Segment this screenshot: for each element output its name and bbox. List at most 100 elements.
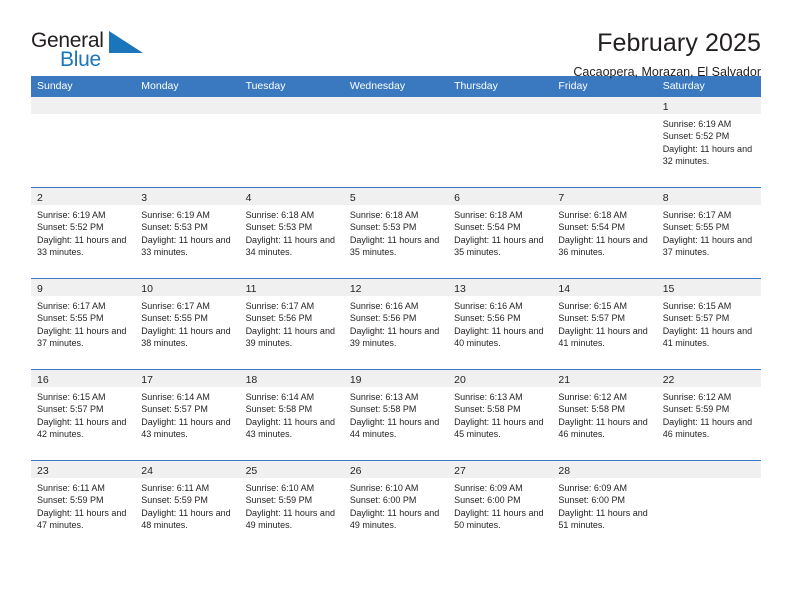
day-cell-empty: [343, 97, 449, 187]
sunrise-text: Sunrise: 6:18 AM: [454, 210, 523, 220]
day-cell[interactable]: 23 Sunrise: 6:11 AM Sunset: 5:59 PM Dayligh…: [31, 461, 136, 551]
day-cell[interactable]: 5 Sunrise: 6:18 AM Sunset: 5:53 PM Daylight…: [343, 188, 449, 278]
day-number-band: 17: [135, 370, 240, 387]
calendar-week-row: 9 Sunrise: 6:17 AM Sunset: 5:55 PM Daylight…: [31, 278, 761, 369]
day-number-band: 14: [552, 279, 657, 296]
sunset-text: Sunset: 6:00 PM: [454, 495, 521, 506]
day-cell[interactable]: 11 Sunrise: 6:17 AM Sunset: 5:56 PM Dayligh…: [239, 279, 344, 369]
day-cell-empty: [448, 97, 553, 187]
day-cell[interactable]: 27 Sunrise: 6:09 AM Sunset: 6:00 PM Dayligh…: [448, 461, 553, 551]
sunrise-text: Sunrise: 6:12 AM: [662, 392, 732, 402]
day-cell[interactable]: 1 Sunrise: 6:19 AM Sunset: 5:52 PM Daylight…: [656, 97, 761, 187]
calendar-grid: Sunday Monday Tuesday Wednesday Thursday Frid…: [31, 76, 761, 551]
day-cell[interactable]: 2 Sunrise: 6:19 AM Sunset: 5:52 PM Daylight…: [31, 188, 136, 278]
daylight-text: Daylight: 11 hours and 42 minutes.: [37, 416, 127, 440]
daylight-text: Daylight: 11 hours and 35 minutes.: [349, 234, 440, 258]
day-number: 9: [37, 283, 43, 295]
day-cell[interactable]: 20 Sunrise: 6:13 AM Sunset: 5:58 PM Dayligh…: [448, 370, 553, 460]
calendar-page: General Blue February 2025 Cacaopera, Mo…: [0, 0, 792, 612]
day-cell[interactable]: 12 Sunrise: 6:16 AM Sunset: 5:56 PM Dayligh…: [343, 279, 449, 369]
day-cell[interactable]: 17 Sunrise: 6:14 AM Sunset: 5:57 PM Dayligh…: [135, 370, 240, 460]
day-number-band: 11: [239, 279, 344, 296]
day-cell[interactable]: 3 Sunrise: 6:19 AM Sunset: 5:53 PM Daylight…: [135, 188, 240, 278]
daylight-text: Daylight: 11 hours and 46 minutes.: [558, 416, 648, 440]
day-cell[interactable]: 16 Sunrise: 6:15 AM Sunset: 5:57 PM Dayligh…: [31, 370, 136, 460]
day-number-band: 26: [343, 461, 449, 478]
calendar-week-row: 16 Sunrise: 6:15 AM Sunset: 5:57 PM Dayligh…: [31, 369, 761, 460]
day-cell[interactable]: 25 Sunrise: 6:10 AM Sunset: 5:59 PM Dayligh…: [239, 461, 344, 551]
triangle-icon: [109, 31, 143, 58]
day-cell[interactable]: 4 Sunrise: 6:18 AM Sunset: 5:53 PM Daylight…: [239, 188, 344, 278]
daylight-text: Daylight: 11 hours and 49 minutes.: [245, 507, 335, 531]
sunrise-text: Sunrise: 6:18 AM: [349, 210, 419, 220]
day-number-band: 15: [656, 279, 761, 296]
sunset-text: Sunset: 5:58 PM: [245, 404, 313, 415]
day-cell[interactable]: 9 Sunrise: 6:17 AM Sunset: 5:55 PM Daylight…: [31, 279, 136, 369]
weekday-header-wednesday: Wednesday: [349, 80, 406, 92]
day-number: 4: [245, 192, 252, 204]
sunset-text: Sunset: 5:57 PM: [662, 313, 730, 324]
day-cell[interactable]: 21 Sunrise: 6:12 AM Sunset: 5:58 PM Dayligh…: [552, 370, 657, 460]
weekday-header-sunday: Sunday: [37, 80, 73, 92]
day-cell[interactable]: 8 Sunrise: 6:17 AM Sunset: 5:55 PM Daylight…: [656, 188, 761, 278]
day-number-band: 20: [448, 370, 553, 387]
daylight-text: Daylight: 11 hours and 36 minutes.: [558, 234, 648, 258]
day-cell[interactable]: 26 Sunrise: 6:10 AM Sunset: 6:00 PM Dayligh…: [343, 461, 449, 551]
day-number-band: 16: [31, 370, 136, 387]
day-details: Sunrise: 6:09 AM Sunset: 6:00 PM Daylight:…: [552, 478, 656, 532]
day-cell[interactable]: 19 Sunrise: 6:13 AM Sunset: 5:58 PM Dayligh…: [343, 370, 449, 460]
day-details: Sunrise: 6:18 AM Sunset: 5:54 PM Daylight:…: [448, 205, 552, 259]
day-number-band: 18: [239, 370, 344, 387]
day-cell[interactable]: 15 Sunrise: 6:15 AM Sunset: 5:57 PM Dayligh…: [656, 279, 761, 369]
day-cell[interactable]: 13 Sunrise: 6:16 AM Sunset: 5:56 PM Dayligh…: [448, 279, 553, 369]
day-number-band: 7: [552, 188, 657, 205]
day-number: 1: [662, 101, 669, 113]
day-number-band: 10: [135, 279, 240, 296]
day-number-band: 6: [448, 188, 553, 205]
daylight-text: Daylight: 11 hours and 34 minutes.: [245, 234, 335, 258]
sunset-text: Sunset: 5:53 PM: [245, 222, 313, 233]
day-number-band: 22: [656, 370, 761, 387]
day-number: 23: [37, 465, 49, 477]
day-number: 2: [37, 192, 43, 204]
sunset-text: Sunset: 5:55 PM: [141, 313, 208, 324]
sunset-text: Sunset: 5:57 PM: [558, 313, 625, 324]
sunset-text: Sunset: 5:56 PM: [454, 313, 521, 324]
day-cell[interactable]: 6 Sunrise: 6:18 AM Sunset: 5:54 PM Daylight…: [448, 188, 553, 278]
day-number: 7: [558, 192, 565, 204]
sunset-text: Sunset: 5:52 PM: [662, 131, 730, 142]
daylight-text: Daylight: 11 hours and 38 minutes.: [141, 325, 231, 349]
day-cell[interactable]: 7 Sunrise: 6:18 AM Sunset: 5:54 PM Daylight…: [552, 188, 657, 278]
day-number: 16: [37, 374, 49, 386]
daylight-text: Daylight: 11 hours and 48 minutes.: [141, 507, 231, 531]
page-title: February 2025: [597, 29, 761, 57]
day-number: 3: [141, 192, 148, 204]
day-number-band: 9: [31, 279, 136, 296]
daylight-text: Daylight: 11 hours and 39 minutes.: [349, 325, 440, 349]
day-number: 15: [662, 283, 675, 295]
sunset-text: Sunset: 5:57 PM: [37, 404, 104, 415]
sunrise-text: Sunrise: 6:15 AM: [558, 301, 627, 311]
day-cell[interactable]: 24 Sunrise: 6:11 AM Sunset: 5:59 PM Dayligh…: [135, 461, 240, 551]
day-number-band: 1: [656, 97, 761, 114]
sunrise-text: Sunrise: 6:14 AM: [245, 392, 315, 402]
sunset-text: Sunset: 5:53 PM: [141, 222, 208, 233]
day-cell[interactable]: 10 Sunrise: 6:17 AM Sunset: 5:55 PM Dayligh…: [135, 279, 240, 369]
day-number-band: 25: [239, 461, 344, 478]
sunrise-text: Sunrise: 6:12 AM: [558, 392, 627, 402]
sunrise-text: Sunrise: 6:11 AM: [37, 483, 105, 493]
day-number-band: 2: [31, 188, 136, 205]
sunrise-text: Sunrise: 6:10 AM: [349, 483, 419, 493]
day-details: Sunrise: 6:14 AM Sunset: 5:58 PM Daylight:…: [240, 387, 344, 441]
day-cell[interactable]: 28 Sunrise: 6:09 AM Sunset: 6:00 PM Dayligh…: [552, 461, 657, 551]
day-details: Sunrise: 6:19 AM Sunset: 5:52 PM Daylight:…: [31, 205, 135, 259]
day-cell[interactable]: 18 Sunrise: 6:14 AM Sunset: 5:58 PM Dayligh…: [239, 370, 344, 460]
day-number: 21: [558, 374, 571, 386]
daylight-text: Daylight: 11 hours and 49 minutes.: [349, 507, 440, 531]
day-number: 22: [662, 374, 675, 386]
day-cell-empty: [552, 97, 657, 187]
daylight-text: Daylight: 11 hours and 43 minutes.: [245, 416, 335, 440]
day-cell[interactable]: 22 Sunrise: 6:12 AM Sunset: 5:59 PM Dayligh…: [656, 370, 761, 460]
day-cell[interactable]: 14 Sunrise: 6:15 AM Sunset: 5:57 PM Dayligh…: [552, 279, 657, 369]
sunrise-text: Sunrise: 6:16 AM: [454, 301, 523, 311]
